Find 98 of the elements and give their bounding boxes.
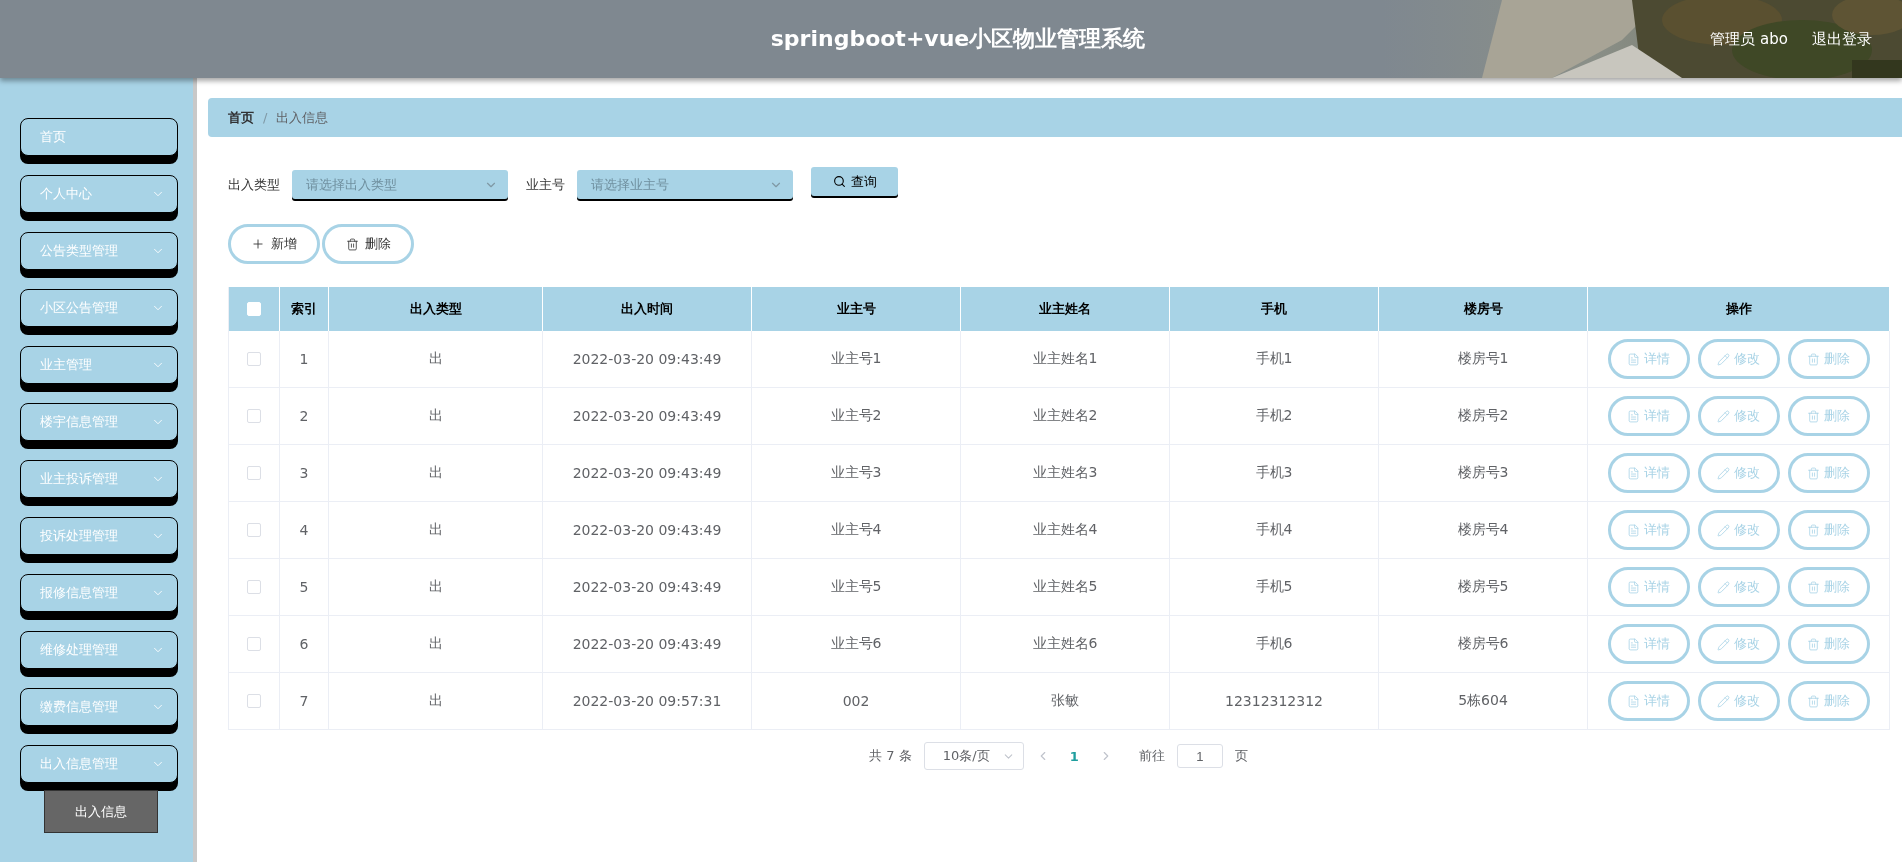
table-cell: 出 — [329, 388, 543, 445]
table-cell: 楼房号6 — [1379, 616, 1588, 673]
table-cell: 业主姓名1 — [961, 331, 1170, 388]
edit-button[interactable]: 修改 — [1697, 510, 1780, 550]
search-button[interactable]: 查询 — [811, 167, 898, 196]
breadcrumb-link[interactable]: 出入信息 — [276, 108, 329, 127]
submenu-item[interactable]: 出入信息 — [44, 790, 158, 833]
column-header: 业主号 — [752, 287, 961, 331]
edit-button[interactable]: 修改 — [1697, 567, 1780, 607]
table-cell: 7 — [280, 673, 329, 730]
edit-button[interactable]: 修改 — [1697, 339, 1780, 379]
table-cell: 楼房号2 — [1379, 388, 1588, 445]
table-cell: 出 — [329, 616, 543, 673]
edit-button[interactable]: 修改 — [1697, 681, 1780, 721]
table-cell: 2022-03-20 09:57:31 — [543, 673, 752, 730]
edit-button[interactable]: 修改 — [1697, 396, 1780, 436]
table-cell: 业主姓名6 — [961, 616, 1170, 673]
delete-button[interactable]: 删除 — [322, 224, 414, 264]
table-cell: 2022-03-20 09:43:49 — [543, 388, 752, 445]
table-cell: 出 — [329, 445, 543, 502]
table-cell: 楼房号1 — [1379, 331, 1588, 388]
table-cell: 002 — [752, 673, 961, 730]
table-cell: 2022-03-20 09:43:49 — [543, 445, 752, 502]
delete-button[interactable]: 删除 — [1787, 681, 1870, 721]
edit-button[interactable]: 修改 — [1697, 453, 1780, 493]
table-cell: 手机4 — [1170, 502, 1379, 559]
details-button[interactable]: 详情 — [1607, 681, 1690, 721]
column-header: 出入时间 — [543, 287, 752, 331]
details-button[interactable]: 详情 — [1607, 339, 1690, 379]
column-header: 楼房号 — [1379, 287, 1588, 331]
delete-button[interactable]: 删除 — [1787, 339, 1870, 379]
table-cell: 手机1 — [1170, 331, 1379, 388]
add-button[interactable]: 新增 — [228, 224, 320, 264]
page-input[interactable]: 1 — [1176, 744, 1223, 768]
column-header: 操作 — [1588, 287, 1890, 331]
table-cell: 手机3 — [1170, 445, 1379, 502]
table-cell: 业主号4 — [752, 502, 961, 559]
table-cell: 楼房号5 — [1379, 559, 1588, 616]
table-cell: 手机6 — [1170, 616, 1379, 673]
column-header: 索引 — [280, 287, 329, 331]
edit-button[interactable]: 修改 — [1697, 624, 1780, 664]
field-label: 出入类型 — [228, 175, 280, 194]
table-cell: 张敏 — [961, 673, 1170, 730]
table-cell: 1 — [280, 331, 329, 388]
table-cell: 业主姓名4 — [961, 502, 1170, 559]
table-cell: 出 — [329, 559, 543, 616]
details-button[interactable]: 详情 — [1607, 453, 1690, 493]
select-field[interactable]: 请选择出入类型 — [292, 170, 508, 199]
logout-link[interactable]: 退出登录 — [1812, 29, 1872, 49]
delete-button[interactable]: 删除 — [1787, 510, 1870, 550]
page-suffix: 页 — [1234, 747, 1248, 765]
table-cell: 出 — [329, 673, 543, 730]
user-name: 管理员 abo — [1710, 29, 1788, 49]
table-cell: 手机5 — [1170, 559, 1379, 616]
breadcrumb-separator: / — [263, 110, 268, 125]
column-header: 出入类型 — [329, 287, 543, 331]
select-field[interactable]: 请选择业主号 — [577, 170, 793, 199]
delete-button[interactable]: 删除 — [1787, 567, 1870, 607]
table-cell: 2022-03-20 09:43:49 — [543, 502, 752, 559]
column-header: 业主姓名 — [961, 287, 1170, 331]
table-cell: 4 — [280, 502, 329, 559]
table-cell: 业主姓名5 — [961, 559, 1170, 616]
table-cell: 12312312312 — [1170, 673, 1379, 730]
table-cell: 5 — [280, 559, 329, 616]
app-title: springboot+vue小区物业管理系统 — [770, 25, 1146, 53]
details-button[interactable]: 详情 — [1607, 396, 1690, 436]
details-button[interactable]: 详情 — [1607, 510, 1690, 550]
table-cell: 2 — [280, 388, 329, 445]
table-cell: 业主号2 — [752, 388, 961, 445]
table-cell: 业主姓名3 — [961, 445, 1170, 502]
table-cell: 2022-03-20 09:43:49 — [543, 559, 752, 616]
details-button[interactable]: 详情 — [1607, 567, 1690, 607]
table-cell: 出 — [329, 331, 543, 388]
total-count: 共 7 条 — [869, 747, 912, 765]
table-cell: 业主姓名2 — [961, 388, 1170, 445]
table-cell: 业主号6 — [752, 616, 961, 673]
table-cell: 楼房号4 — [1379, 502, 1588, 559]
page-number[interactable]: 1 — [1061, 748, 1087, 764]
table-cell: 5栋604 — [1379, 673, 1588, 730]
table-cell: 出 — [329, 502, 543, 559]
table-cell: 手机2 — [1170, 388, 1379, 445]
table-cell: 2022-03-20 09:43:49 — [543, 616, 752, 673]
delete-button[interactable]: 删除 — [1787, 624, 1870, 664]
page-size-select[interactable]: 10条/页 — [923, 742, 1024, 770]
table-cell: 业主号5 — [752, 559, 961, 616]
field-label: 业主号 — [526, 175, 565, 194]
table-cell: 2022-03-20 09:43:49 — [543, 331, 752, 388]
table-cell: 业主号1 — [752, 331, 961, 388]
table-cell: 6 — [280, 616, 329, 673]
table-cell: 楼房号3 — [1379, 445, 1588, 502]
goto-label: 前往 — [1138, 747, 1165, 765]
table-cell: 业主号3 — [752, 445, 961, 502]
delete-button[interactable]: 删除 — [1787, 396, 1870, 436]
breadcrumb-link[interactable]: 首页 — [228, 108, 254, 127]
details-button[interactable]: 详情 — [1607, 624, 1690, 664]
column-header: 手机 — [1170, 287, 1379, 331]
table-cell: 3 — [280, 445, 329, 502]
delete-button[interactable]: 删除 — [1787, 453, 1870, 493]
